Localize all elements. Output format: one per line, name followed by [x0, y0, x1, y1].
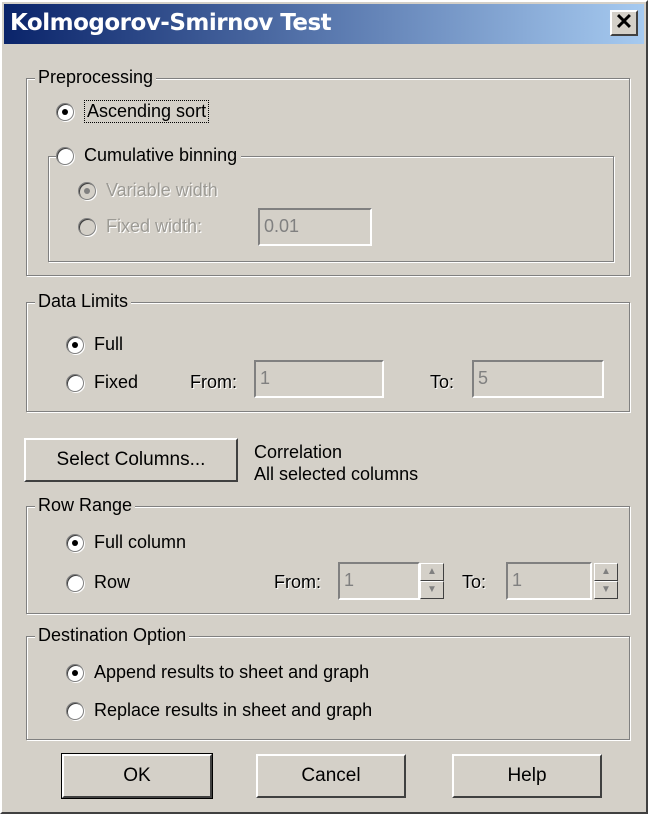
append-results-label: Append results to sheet and graph — [94, 662, 370, 682]
row-to-spinner[interactable]: ▲ ▼ — [594, 563, 618, 599]
destination-legend: Destination Option — [35, 624, 190, 646]
title-bar[interactable]: Kolmogorov-Smirnov Test ✕ — [4, 4, 644, 44]
row-from-input[interactable]: 1 — [338, 562, 420, 600]
correlation-label: Correlation — [254, 442, 343, 462]
data-limits-fixed-radio[interactable]: Fixed — [66, 372, 138, 393]
select-columns-button[interactable]: Select Columns... — [24, 438, 238, 482]
ascending-sort-label: Ascending sort — [84, 100, 210, 123]
data-limits-to-label: To: — [430, 372, 455, 392]
help-button[interactable]: Help — [452, 754, 602, 798]
append-results-radio[interactable]: Append results to sheet and graph — [66, 662, 369, 683]
data-limits-full-label: Full — [94, 334, 124, 354]
radio-selected-icon — [56, 102, 74, 121]
destination-group: Destination Option — [26, 624, 630, 740]
radio-selected-icon — [66, 335, 84, 354]
radio-unselected-icon — [66, 573, 84, 592]
row-to-label: To: — [462, 572, 487, 592]
ascending-sort-radio[interactable]: Ascending sort — [56, 100, 210, 123]
radio-selected-icon — [66, 663, 84, 682]
replace-results-label: Replace results in sheet and graph — [94, 700, 373, 720]
radio-unselected-icon — [78, 217, 96, 236]
radio-unselected-icon — [56, 146, 74, 165]
replace-results-radio[interactable]: Replace results in sheet and graph — [66, 700, 372, 721]
variable-width-label: Variable width — [106, 180, 218, 200]
cancel-button[interactable]: Cancel — [256, 754, 406, 798]
close-button[interactable]: ✕ — [610, 10, 638, 36]
spin-up-icon[interactable]: ▲ — [420, 563, 444, 581]
row-range-legend: Row Range — [35, 494, 136, 516]
row-from-spinner[interactable]: ▲ ▼ — [420, 563, 444, 599]
fixed-width-label: Fixed width: — [106, 216, 203, 236]
radio-selected-icon — [78, 181, 96, 200]
ks-test-dialog: Kolmogorov-Smirnov Test ✕ Preprocessing … — [0, 0, 648, 814]
row-from-label: From: — [274, 572, 321, 592]
spin-down-icon[interactable]: ▼ — [420, 581, 444, 599]
radio-selected-icon — [66, 533, 84, 552]
full-column-radio[interactable]: Full column — [66, 532, 186, 553]
row-radio[interactable]: Row — [66, 572, 130, 593]
data-limits-to-input[interactable]: 5 — [472, 360, 604, 398]
data-limits-from-input[interactable]: 1 — [254, 360, 384, 398]
fixed-width-radio[interactable]: Fixed width: — [78, 216, 202, 237]
spin-up-icon[interactable]: ▲ — [594, 563, 618, 581]
close-icon: ✕ — [614, 9, 634, 34]
spin-down-icon[interactable]: ▼ — [594, 581, 618, 599]
data-limits-fixed-label: Fixed — [94, 372, 139, 392]
selected-columns-label: All selected columns — [254, 464, 419, 484]
full-column-label: Full column — [94, 532, 187, 552]
data-limits-full-radio[interactable]: Full — [66, 334, 123, 355]
row-label: Row — [94, 572, 131, 592]
data-limits-from-label: From: — [190, 372, 237, 392]
preprocessing-legend: Preprocessing — [35, 66, 157, 88]
data-limits-legend: Data Limits — [35, 290, 132, 312]
cumulative-binning-label: Cumulative binning — [84, 145, 238, 165]
variable-width-radio[interactable]: Variable width — [78, 180, 218, 201]
radio-unselected-icon — [66, 373, 84, 392]
fixed-width-input[interactable]: 0.01 — [258, 208, 372, 246]
row-to-input[interactable]: 1 — [506, 562, 592, 600]
ok-button[interactable]: OK — [61, 753, 213, 799]
radio-unselected-icon — [66, 701, 84, 720]
cumulative-binning-radio[interactable]: Cumulative binning — [56, 145, 242, 166]
window-title: Kolmogorov-Smirnov Test — [10, 10, 332, 36]
